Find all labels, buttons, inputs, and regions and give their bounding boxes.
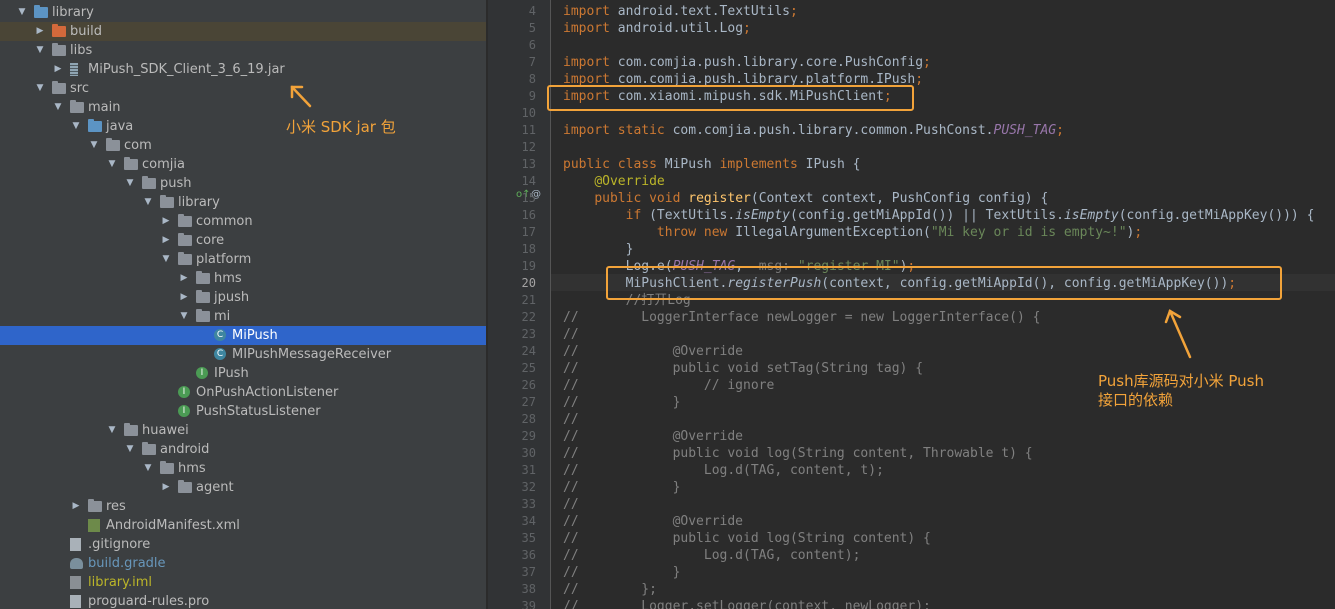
- jar-arrow-line: [290, 85, 312, 108]
- annotation-arrows: [290, 85, 1192, 359]
